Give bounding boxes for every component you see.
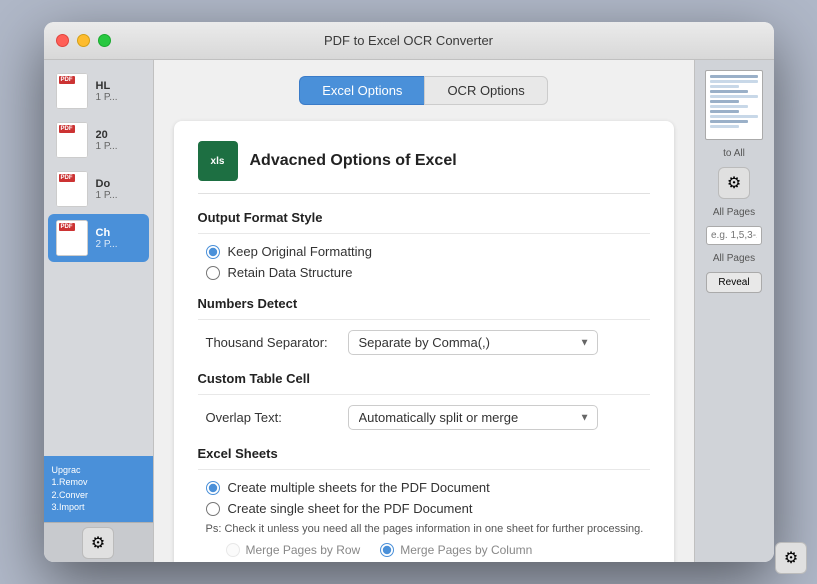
radio-single-sheet-label: Create single sheet for the PDF Document	[228, 501, 473, 516]
output-format-options: Keep Original Formatting Retain Data Str…	[198, 244, 650, 280]
page-range-input[interactable]	[706, 226, 762, 245]
sidebar-item-name-3: Ch	[96, 227, 118, 239]
radio-retain-data-input[interactable]	[206, 266, 220, 280]
pdf-icon-1: PDF	[56, 122, 88, 158]
excel-sheets-options: Create multiple sheets for the PDF Docum…	[198, 480, 650, 516]
sidebar-item-2[interactable]: PDF Do 1 P...	[48, 165, 149, 213]
sidebar-item-name-2: Do	[96, 178, 118, 190]
traffic-lights	[56, 34, 111, 47]
sidebar-footer: ⚙	[44, 522, 153, 562]
all-pages-badge: All Pages	[713, 253, 755, 264]
sidebar-item-name-0: HL	[96, 80, 118, 92]
sidebar-item-pages-2: 1 P...	[96, 190, 118, 201]
pdf-icon-3: PDF	[56, 220, 88, 256]
sidebar-item-pages-1: 1 P...	[96, 141, 118, 152]
radio-keep-original-input[interactable]	[206, 245, 220, 259]
main-window: PDF to Excel OCR Converter PDF HL 1 P...	[44, 22, 774, 562]
sidebar-gear-button[interactable]: ⚙	[82, 527, 114, 559]
merge-by-row-option[interactable]: Merge Pages by Row	[226, 543, 361, 557]
radio-retain-data-label: Retain Data Structure	[228, 265, 353, 280]
thousand-separator-label: Thousand Separator:	[206, 335, 336, 350]
minimize-button[interactable]	[77, 34, 90, 47]
sidebar-item-0[interactable]: PDF HL 1 P...	[48, 67, 149, 115]
merge-by-column-label: Merge Pages by Column	[400, 543, 532, 557]
tab-bar: Excel Options OCR Options	[174, 76, 674, 105]
section-excel-sheets: Excel Sheets Create multiple sheets for …	[198, 446, 650, 557]
sidebar-item-info-2: Do 1 P...	[96, 178, 118, 201]
radio-multiple-sheets[interactable]: Create multiple sheets for the PDF Docum…	[206, 480, 650, 495]
tab-excel-options[interactable]: Excel Options	[299, 76, 424, 105]
section-numbers-detect: Numbers Detect Thousand Separator: Separ…	[198, 296, 650, 355]
section-custom-table: Custom Table Cell Overlap Text: Automati…	[198, 371, 650, 430]
radio-multiple-sheets-input[interactable]	[206, 481, 220, 495]
radio-retain-data[interactable]: Retain Data Structure	[206, 265, 650, 280]
sidebar: PDF HL 1 P... PDF 20	[44, 60, 154, 562]
radio-keep-original[interactable]: Keep Original Formatting	[206, 244, 650, 259]
merge-by-row-input[interactable]	[226, 543, 240, 557]
sidebar-item-info-1: 20 1 P...	[96, 129, 118, 152]
sidebar-item-pages-0: 1 P...	[96, 92, 118, 103]
dialog-area: Excel Options OCR Options xls Advacned O…	[154, 60, 694, 562]
radio-multiple-sheets-label: Create multiple sheets for the PDF Docum…	[228, 480, 490, 495]
tab-ocr-options[interactable]: OCR Options	[424, 76, 547, 105]
panel-header: xls Advacned Options of Excel	[198, 141, 650, 194]
merge-by-column-option[interactable]: Merge Pages by Column	[380, 543, 532, 557]
numbers-detect-title: Numbers Detect	[198, 296, 650, 311]
bottom-gear-button[interactable]: ⚙	[775, 542, 807, 574]
sidebar-item-info-3: Ch 2 P...	[96, 227, 118, 250]
overlap-text-label: Overlap Text:	[206, 410, 336, 425]
pdf-icon-2: PDF	[56, 171, 88, 207]
overlap-text-select[interactable]: Automatically split or merge Always spli…	[348, 405, 598, 430]
window-body: PDF HL 1 P... PDF 20	[44, 60, 774, 562]
sidebar-item-3[interactable]: PDF Ch 2 P...	[48, 214, 149, 262]
excel-sheets-title: Excel Sheets	[198, 446, 650, 461]
merge-by-row-label: Merge Pages by Row	[246, 543, 361, 557]
right-gear-button[interactable]: ⚙	[718, 167, 750, 199]
pdf-icon-0: PDF	[56, 73, 88, 109]
thousand-separator-row: Thousand Separator: Separate by Comma(,)…	[198, 330, 650, 355]
sidebar-item-name-1: 20	[96, 129, 118, 141]
maximize-button[interactable]	[98, 34, 111, 47]
sidebar-items: PDF HL 1 P... PDF 20	[44, 60, 153, 456]
radio-keep-original-label: Keep Original Formatting	[228, 244, 373, 259]
all-pages-label: All Pages	[713, 207, 755, 218]
window-title: PDF to Excel OCR Converter	[324, 33, 493, 48]
preview-thumbnail	[705, 70, 763, 140]
right-panel: to All ⚙ All Pages All Pages Reveal	[694, 60, 774, 562]
radio-single-sheet-input[interactable]	[206, 502, 220, 516]
reveal-button[interactable]: Reveal	[706, 272, 762, 293]
panel-title: Advacned Options of Excel	[250, 152, 457, 170]
sidebar-item-1[interactable]: PDF 20 1 P...	[48, 116, 149, 164]
section-output-format: Output Format Style Keep Original Format…	[198, 210, 650, 280]
sidebar-upgrade: Upgrac 1.Remov 2.Conver 3.Import	[44, 456, 153, 522]
custom-table-title: Custom Table Cell	[198, 371, 650, 386]
sidebar-item-pages-3: 2 P...	[96, 239, 118, 250]
main-content: Excel Options OCR Options xls Advacned O…	[154, 60, 694, 562]
thousand-separator-wrapper: Separate by Comma(,) Separate by Dot(.) …	[348, 330, 598, 355]
overlap-text-row: Overlap Text: Automatically split or mer…	[198, 405, 650, 430]
merge-options: Merge Pages by Row Merge Pages by Column	[198, 543, 650, 557]
output-format-title: Output Format Style	[198, 210, 650, 225]
excel-icon: xls	[198, 141, 238, 181]
excel-sheets-note: Ps: Check it unless you need all the pag…	[198, 522, 650, 537]
titlebar: PDF to Excel OCR Converter	[44, 22, 774, 60]
sidebar-item-info-0: HL 1 P...	[96, 80, 118, 103]
thousand-separator-select[interactable]: Separate by Comma(,) Separate by Dot(.) …	[348, 330, 598, 355]
radio-single-sheet[interactable]: Create single sheet for the PDF Document	[206, 501, 650, 516]
options-panel: xls Advacned Options of Excel Output For…	[174, 121, 674, 562]
overlap-text-wrapper: Automatically split or merge Always spli…	[348, 405, 598, 430]
to-all-label: to All	[723, 148, 745, 159]
merge-by-column-input[interactable]	[380, 543, 394, 557]
close-button[interactable]	[56, 34, 69, 47]
